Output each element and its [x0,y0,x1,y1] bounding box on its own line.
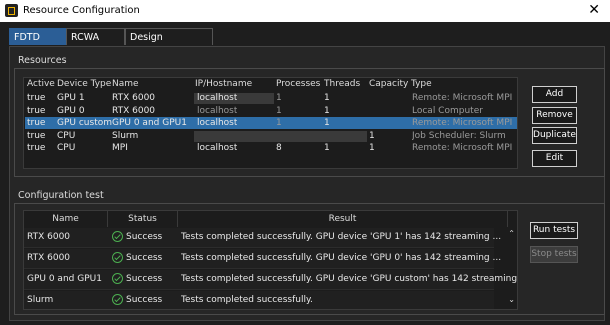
cell-active: true [27,93,46,103]
cell-type: Remote: Microsoft MPI [412,93,513,103]
cell-active: true [27,131,46,141]
col-capacity: Capacity [369,79,409,89]
test-status: Success [126,253,163,263]
cell-active: true [27,143,46,153]
test-result: Tests completed successfully. GPU device… [181,253,502,263]
window-title: Resource Configuration [23,5,140,16]
remove-button[interactable]: Remove [532,107,577,124]
cell-hostname[interactable]: localhost [197,142,237,154]
add-button[interactable]: Add [532,86,577,103]
cell-processes[interactable]: 1 [276,117,282,129]
col-test-name: Name [24,211,108,227]
test-status: Success [126,274,163,284]
test-row[interactable]: Slurm Success Tests completed successful… [24,291,494,309]
cell-device-type: GPU 1 [57,93,85,103]
resources-table: Active Device Type Name IP/Hostname Proc… [23,77,518,169]
success-check-icon [112,294,123,305]
tab-design-environment[interactable]: Design environment [125,28,213,60]
cell-name[interactable]: MPI [112,142,128,154]
col-ip-hostname: IP/Hostname [195,79,253,89]
col-processes: Processes [276,79,321,89]
col-device-type: Device Type [57,79,112,89]
col-test-result: Result [178,211,508,227]
col-name: Name [112,79,139,89]
cell-hostname[interactable]: localhost [197,117,237,129]
col-type: Type [411,79,432,89]
run-tests-button[interactable]: Run tests [530,222,578,239]
stop-tests-button[interactable]: Stop tests [530,246,578,263]
test-row[interactable]: GPU 0 and GPU1 Success Tests completed s… [24,270,517,290]
cell-threads[interactable]: 1 [324,142,330,154]
cell-hostname[interactable]: localhost [197,92,237,104]
success-check-icon [112,273,123,284]
close-button[interactable]: ✕ [588,2,600,18]
cell-name[interactable]: RTX 6000 [112,92,155,104]
test-status: Success [126,295,163,305]
col-test-status: Status [108,211,178,227]
scroll-down-icon[interactable]: ⌄ [508,295,515,304]
test-row[interactable]: RTX 6000 Success Tests completed success… [24,249,501,269]
edit-button[interactable]: Edit [532,150,577,167]
cell-capacity[interactable]: 1 [369,130,375,142]
cell-capacity[interactable]: 1 [369,142,375,154]
test-result: Tests completed successfully. [181,295,313,305]
resources-label: Resources [18,55,67,66]
cell-name[interactable]: GPU 0 and GPU1 [112,117,187,129]
cell-threads[interactable]: 1 [324,105,330,117]
tab-rcwa-solver[interactable]: RCWA solver [66,28,125,60]
col-active: Active [27,79,55,89]
test-status: Success [126,232,163,242]
test-result: Tests completed successfully. GPU device… [181,274,518,284]
cell-type: Remote: Microsoft MPI [412,118,513,128]
cell-device-type: GPU custom [57,118,112,128]
test-name: RTX 6000 [27,232,71,242]
scroll-up-icon[interactable]: ⌃ [508,229,515,238]
test-name: Slurm [27,295,54,305]
test-name: GPU 0 and GPU1 [27,274,102,284]
duplicate-button[interactable]: Duplicate [532,127,577,144]
configuration-test-table: Name Status Result RTX 6000 Success Test… [23,210,518,310]
cell-active: true [27,118,46,128]
cell-hostname[interactable]: localhost [197,105,237,117]
test-result: Tests completed successfully. GPU device… [181,232,502,242]
success-check-icon [112,252,123,263]
disabled-fields-bg [194,131,367,142]
cell-device-type: CPU [57,143,76,153]
cell-type: Local Computer [412,106,483,116]
cell-threads[interactable]: 1 [324,117,330,129]
app-icon [5,4,18,17]
cell-active: true [27,106,46,116]
cell-processes[interactable]: 1 [276,92,282,104]
success-check-icon [112,231,123,242]
test-row[interactable]: RTX 6000 Success Tests completed success… [24,228,501,248]
test-name: RTX 6000 [27,253,71,263]
title-bar: Resource Configuration ✕ [0,0,610,22]
cell-device-type: GPU 0 [57,106,85,116]
cell-processes[interactable]: 1 [276,105,282,117]
col-threads: Threads [324,79,361,89]
configuration-test-label: Configuration test [18,190,104,201]
cell-name[interactable]: Slurm [112,130,138,142]
cell-name[interactable]: RTX 6000 [112,105,155,117]
cell-type: Remote: Microsoft MPI [412,143,513,153]
cell-device-type: CPU [57,131,76,141]
cell-threads[interactable]: 1 [324,92,330,104]
cell-type: Job Scheduler: Slurm [412,131,506,141]
tab-fdtd-solver[interactable]: FDTD solver [9,28,66,60]
cell-processes[interactable]: 8 [276,142,282,154]
